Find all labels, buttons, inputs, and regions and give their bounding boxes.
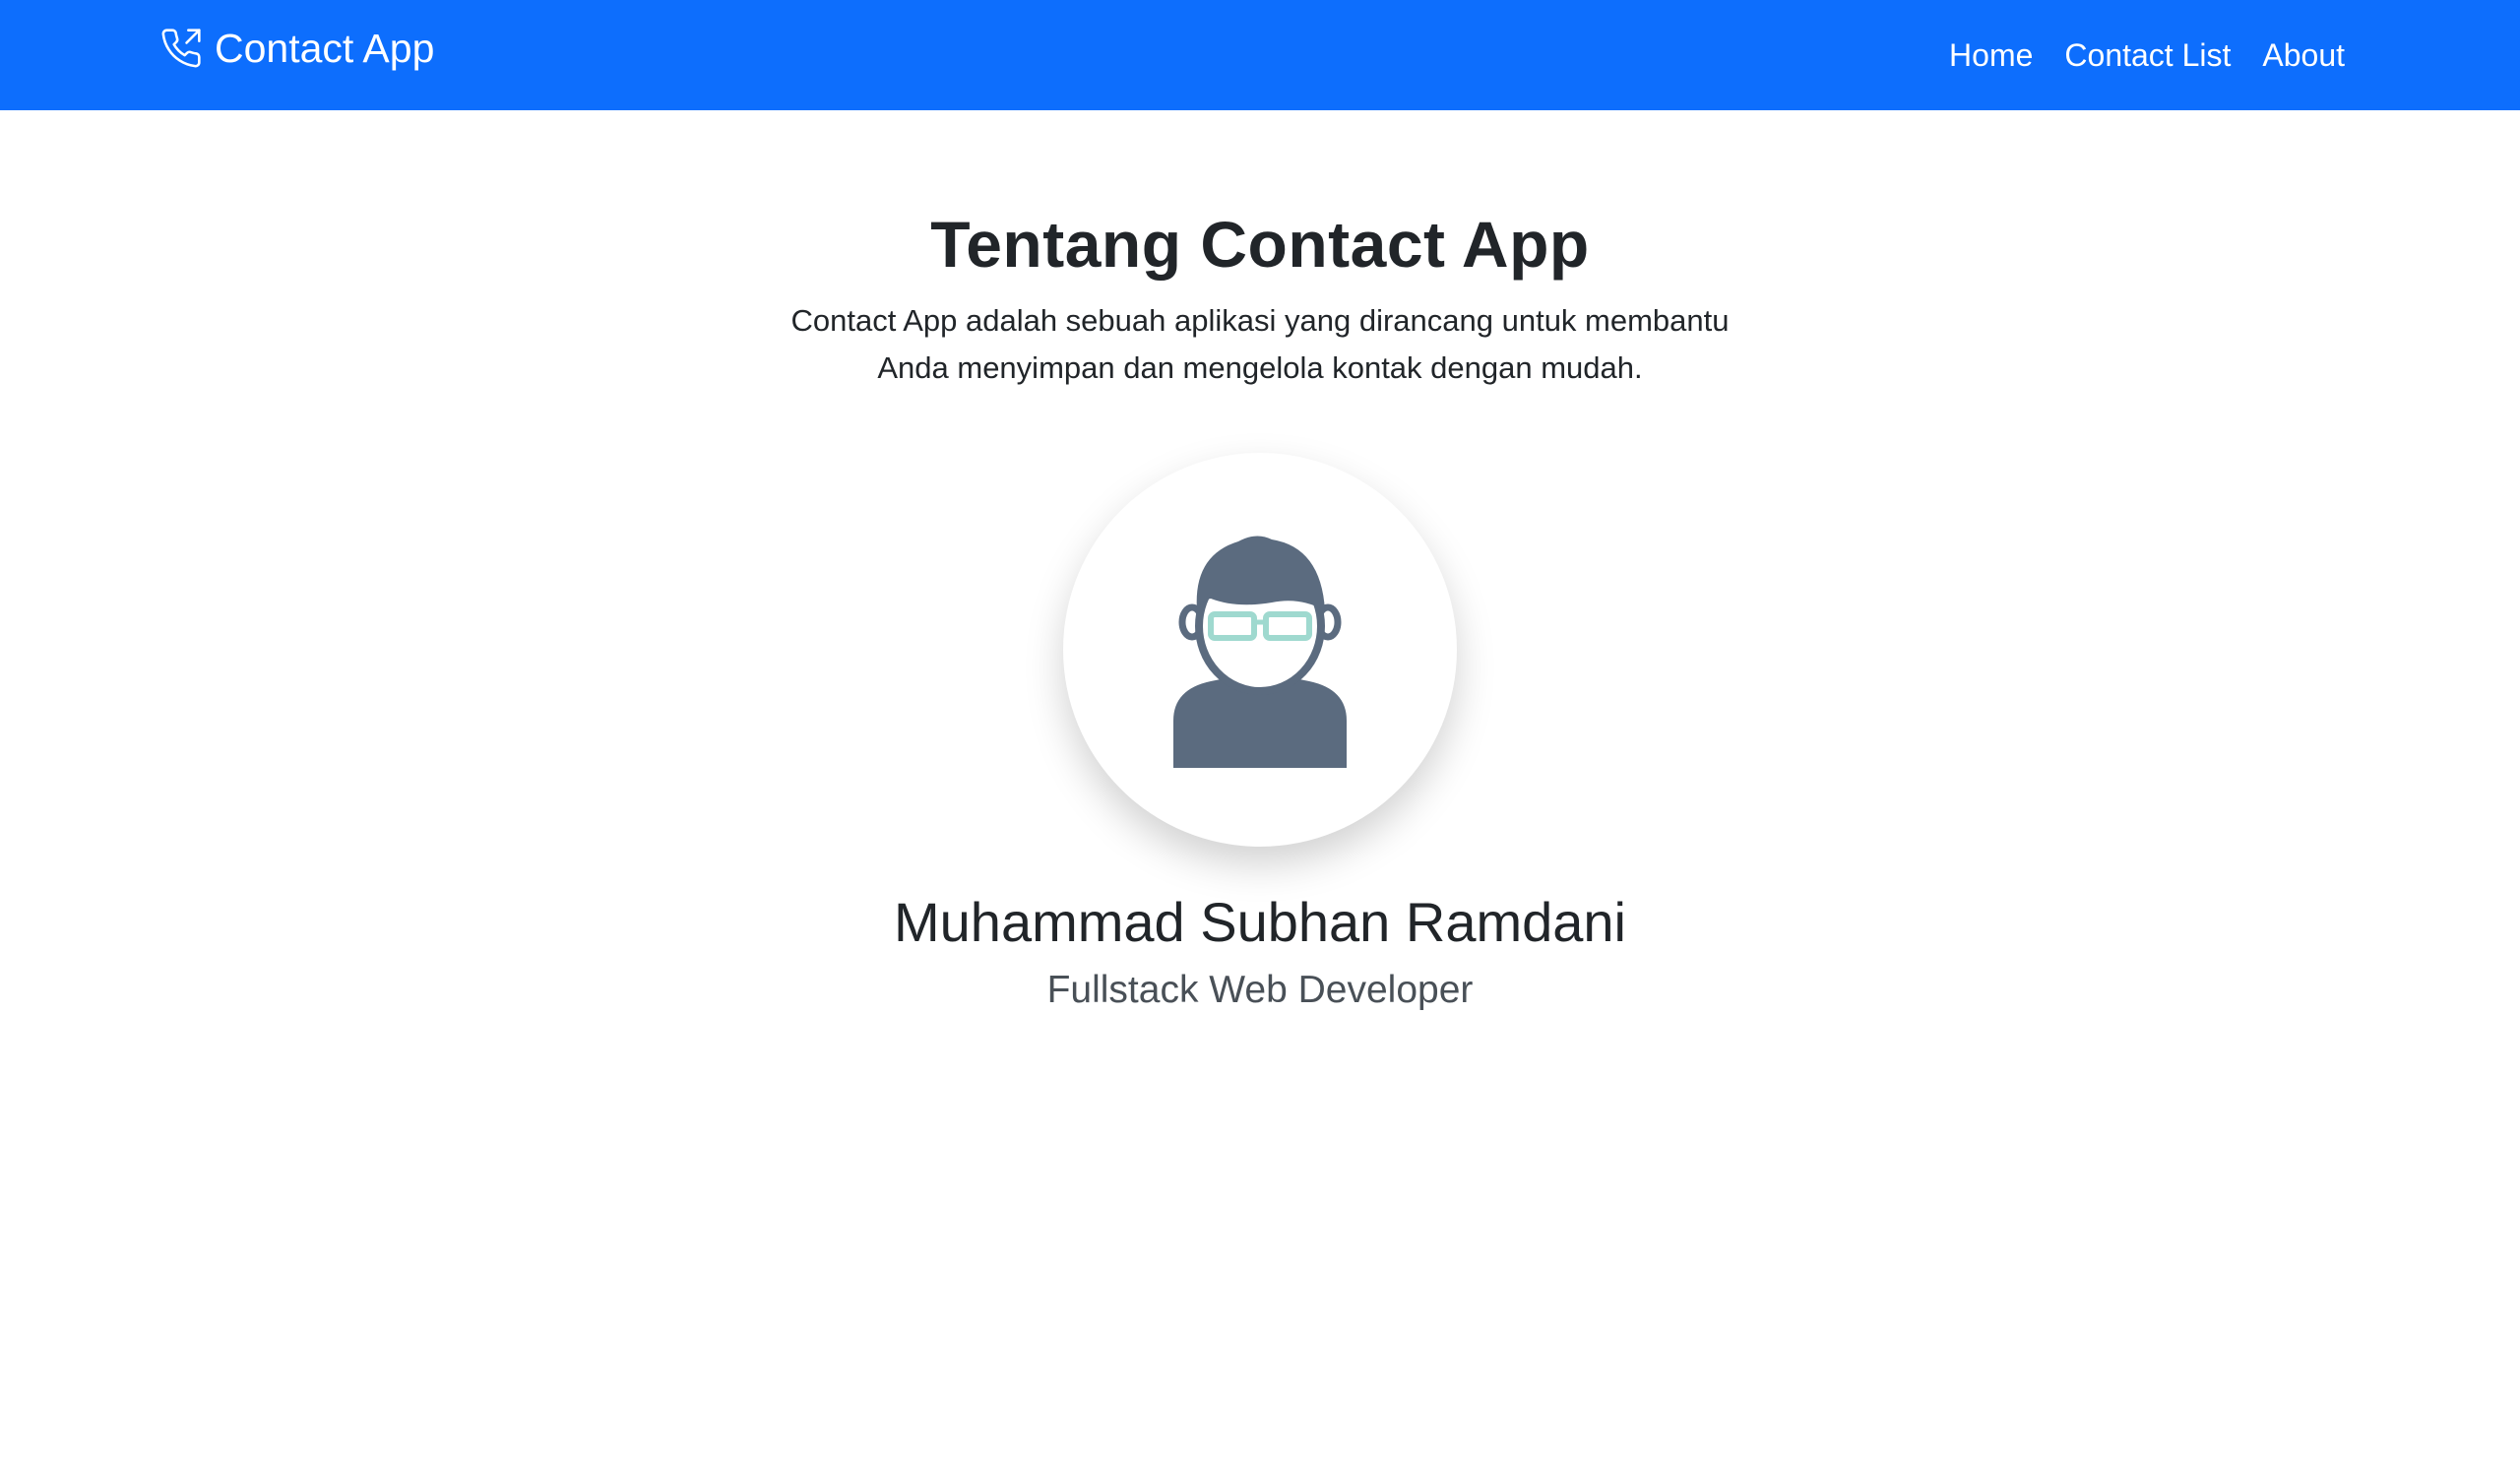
avatar (1063, 453, 1457, 847)
phone-outgoing-icon (159, 27, 203, 70)
developer-name: Muhammad Subhan Ramdani (894, 891, 1626, 953)
nav-link-contact-list[interactable]: Contact List (2064, 37, 2231, 74)
developer-role: Fullstack Web Developer (1046, 969, 1474, 1011)
page-description: Contact App adalah sebuah aplikasi yang … (790, 303, 1730, 385)
about-section: Tentang Contact App Contact App adalah s… (0, 110, 2520, 1457)
brand-link[interactable]: Contact App (159, 24, 434, 73)
user-with-glasses-avatar (1173, 536, 1347, 768)
nav-link-about[interactable]: About (2262, 37, 2345, 74)
navbar: Contact App Home Contact List About (0, 0, 2520, 110)
nav-link-home[interactable]: Home (1949, 37, 2033, 74)
brand-label: Contact App (215, 25, 435, 71)
page-title: Tentang Contact App (930, 208, 1590, 281)
nav-links: Home Contact List About (1949, 30, 2345, 81)
